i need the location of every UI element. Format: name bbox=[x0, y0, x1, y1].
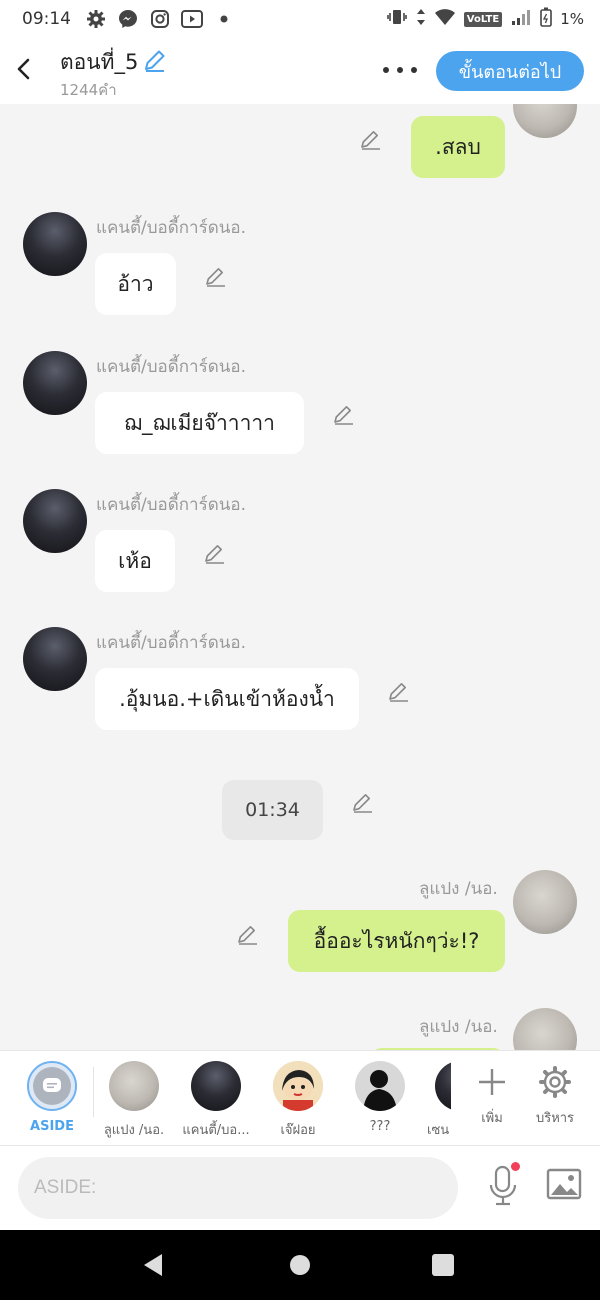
gear-icon bbox=[85, 8, 107, 30]
battery-percent: 1% bbox=[560, 10, 584, 28]
character-item[interactable]: ??? bbox=[339, 1061, 421, 1134]
notification-dot-icon bbox=[213, 8, 235, 30]
settings-gear-icon bbox=[539, 1066, 571, 1098]
episode-title-text: ตอนที่_5 bbox=[60, 50, 139, 74]
volte-badge: VoLTE bbox=[463, 11, 503, 27]
signal-icon bbox=[510, 8, 532, 30]
status-bar: 09:14 VoLTE 1% bbox=[0, 0, 600, 38]
manage-label: บริหาร bbox=[535, 1111, 575, 1126]
avatar[interactable] bbox=[23, 351, 87, 415]
youtube-icon bbox=[181, 8, 203, 30]
status-time: 09:14 bbox=[22, 9, 71, 29]
recording-dot bbox=[511, 1162, 520, 1171]
message-bubble[interactable]: อื้ออะไรหนักๆว่ะ!? bbox=[288, 910, 505, 972]
speaker-name: แคนตี้/บอดี้การ์ดนอ. bbox=[96, 218, 247, 238]
aside-avatar bbox=[27, 1061, 77, 1111]
character-item[interactable]: เซน bbox=[421, 1061, 451, 1140]
more-options-icon[interactable] bbox=[383, 56, 417, 84]
avatar[interactable] bbox=[23, 627, 87, 691]
cartoon-avatar-icon bbox=[273, 1061, 323, 1111]
character-item[interactable]: ลูแปง /นอ. bbox=[93, 1061, 175, 1140]
speaker-name: แคนตี้/บอดี้การ์ดนอ. bbox=[96, 495, 247, 515]
edit-message-icon[interactable] bbox=[351, 790, 375, 814]
avatar[interactable] bbox=[23, 212, 87, 276]
word-count: 1244คำ bbox=[60, 81, 117, 99]
episode-title[interactable]: ตอนที่_5 bbox=[60, 46, 168, 79]
system-nav-bar bbox=[0, 1230, 600, 1300]
message-bubble[interactable]: ฌ_ฌเมียจ๊าาาาา bbox=[95, 392, 304, 454]
character-name: ??? bbox=[369, 1119, 391, 1134]
edit-title-icon[interactable] bbox=[142, 47, 168, 78]
add-label: เพิ่ม bbox=[481, 1111, 503, 1126]
nav-home-icon[interactable] bbox=[290, 1255, 310, 1275]
avatar[interactable] bbox=[513, 870, 577, 934]
message-bubble[interactable]: .อุ้มนอ.+เดินเข้าห้องน้ำ bbox=[95, 668, 359, 730]
data-arrows-icon bbox=[416, 8, 426, 30]
message-bubble[interactable]: อ้าว bbox=[95, 253, 176, 315]
character-bar: ASIDE ลูแปง /นอ. แคนตี้/บอ... เจ๊ฝอย ???… bbox=[0, 1050, 600, 1146]
manage-button[interactable]: บริหาร bbox=[525, 1065, 585, 1128]
silhouette-icon bbox=[363, 1070, 397, 1111]
battery-icon bbox=[540, 7, 553, 31]
character-item[interactable]: แคนตี้/บอ... bbox=[175, 1061, 257, 1140]
avatar bbox=[109, 1061, 159, 1111]
speaker-name: ลูแปง /นอ. bbox=[419, 879, 498, 899]
edit-message-icon[interactable] bbox=[236, 922, 260, 946]
vibrate-icon bbox=[386, 8, 408, 30]
avatar[interactable] bbox=[23, 489, 87, 553]
speaker-name: แคนตี้/บอดี้การ์ดนอ. bbox=[96, 357, 247, 377]
avatar[interactable] bbox=[513, 1008, 577, 1050]
message-bubble[interactable]: .สลบ bbox=[411, 116, 505, 178]
aside-label: ASIDE bbox=[30, 1119, 74, 1134]
character-name: เจ๊ฝอย bbox=[280, 1123, 316, 1138]
aside-character[interactable]: ASIDE bbox=[11, 1061, 93, 1134]
avatar bbox=[355, 1061, 405, 1111]
avatar[interactable] bbox=[513, 104, 577, 138]
chat-area[interactable]: .สลบ แคนตี้/บอดี้การ์ดนอ. อ้าว แคนตี้/บอ… bbox=[0, 104, 600, 1050]
wifi-icon bbox=[434, 8, 456, 30]
message-bubble[interactable]: เห้อ bbox=[95, 530, 175, 592]
avatar bbox=[435, 1061, 451, 1111]
back-icon[interactable] bbox=[12, 54, 36, 84]
input-bar: ASIDE: bbox=[0, 1146, 600, 1230]
avatar bbox=[191, 1061, 241, 1111]
character-name: แคนตี้/บอ... bbox=[182, 1123, 250, 1138]
aside-chat-icon bbox=[43, 1078, 61, 1092]
messenger-icon bbox=[117, 8, 139, 30]
time-bubble[interactable]: 01:34 bbox=[222, 780, 323, 840]
avatar bbox=[273, 1061, 323, 1111]
next-step-button[interactable]: ขั้นตอนต่อไป bbox=[436, 51, 584, 91]
nav-recent-apps-icon[interactable] bbox=[432, 1254, 454, 1276]
nav-back-icon[interactable] bbox=[140, 1252, 166, 1278]
add-character-button[interactable]: เพิ่ม bbox=[462, 1065, 522, 1128]
message-input[interactable]: ASIDE: bbox=[18, 1157, 458, 1219]
edit-message-icon[interactable] bbox=[387, 679, 411, 703]
speaker-name: ลูแปง /นอ. bbox=[419, 1017, 498, 1037]
edit-message-icon[interactable] bbox=[204, 264, 228, 288]
character-item[interactable]: เจ๊ฝอย bbox=[257, 1061, 339, 1140]
edit-message-icon[interactable] bbox=[203, 541, 227, 565]
edit-message-icon[interactable] bbox=[332, 402, 356, 426]
character-name: เซน bbox=[427, 1123, 450, 1138]
chat-header: ตอนที่_5 1244คำ ขั้นตอนต่อไป bbox=[0, 38, 600, 104]
edit-message-icon[interactable] bbox=[359, 127, 383, 151]
character-name: ลูแปง /นอ. bbox=[103, 1123, 165, 1138]
plus-icon bbox=[479, 1069, 505, 1095]
speaker-name: แคนตี้/บอดี้การ์ดนอ. bbox=[96, 633, 247, 653]
instagram-icon bbox=[149, 8, 171, 30]
image-icon[interactable] bbox=[546, 1168, 582, 1200]
